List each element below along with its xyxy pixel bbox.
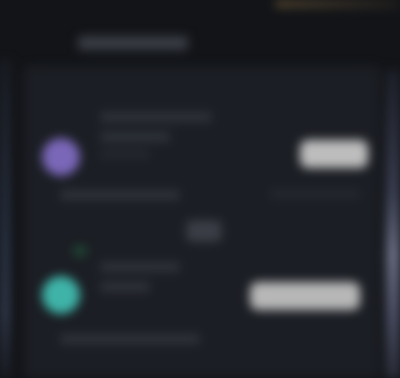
status-icon — [74, 246, 86, 256]
blurred-screen — [0, 0, 400, 378]
status-badge — [186, 220, 222, 242]
avatar — [42, 138, 80, 176]
top-accent-strip — [275, 0, 400, 8]
page-title — [78, 36, 188, 50]
list-item-title — [100, 112, 212, 122]
item-action-button[interactable] — [300, 140, 368, 168]
list-item-subtitle — [100, 282, 150, 292]
avatar — [42, 276, 80, 314]
list-item-subtitle — [100, 132, 170, 142]
list-item-meta — [100, 150, 150, 158]
list-item-detail — [270, 190, 360, 198]
left-edge-panel — [0, 60, 10, 378]
list-item-description — [60, 334, 200, 344]
list-item-description — [60, 190, 180, 200]
list-item-title — [100, 262, 180, 272]
item-action-button[interactable] — [250, 282, 360, 310]
right-edge-panel — [386, 70, 400, 378]
